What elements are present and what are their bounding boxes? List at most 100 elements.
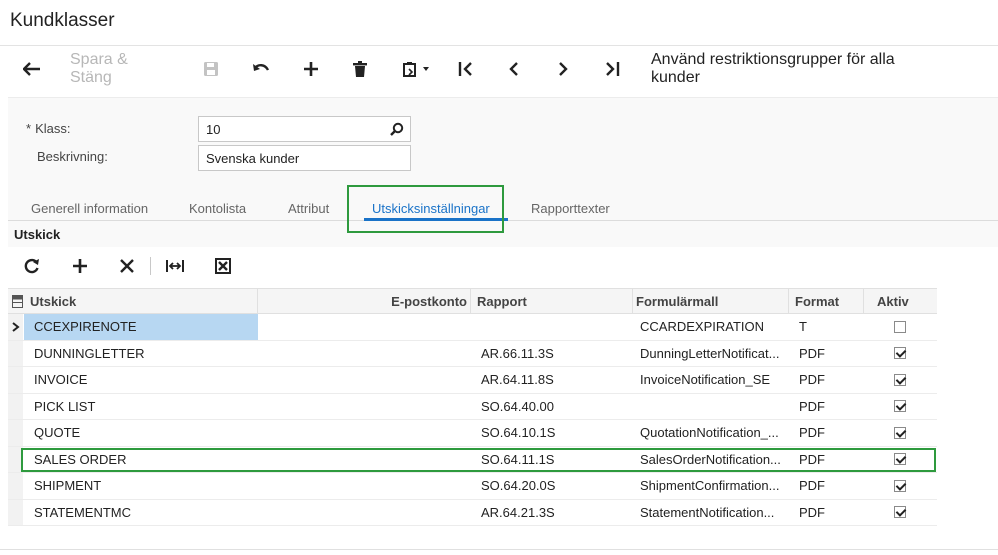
cell-format[interactable]: PDF [799,473,859,499]
description-input[interactable]: Svenska kunder [198,145,411,171]
column-header-format[interactable]: Format [795,289,855,313]
row-selector[interactable] [8,367,23,393]
clipboard-menu-button[interactable] [398,52,434,86]
refresh-button[interactable] [22,250,42,282]
cell-mailing[interactable]: CCEXPIRENOTE [24,314,258,340]
cell-report[interactable]: AR.66.11.3S [481,341,631,367]
page-title: Kundklasser [10,10,115,31]
cell-email-account[interactable] [258,314,470,340]
cell-mailing[interactable]: SHIPMENT [24,473,258,499]
cell-template[interactable]: StatementNotification... [640,500,785,526]
cell-report[interactable]: AR.64.21.3S [481,500,631,526]
tab-account-list[interactable]: Kontolista [189,201,246,216]
table-row[interactable]: PICK LIST SO.64.40.00 PDF [8,393,937,420]
table-row[interactable]: QUOTE SO.64.10.1S QuotationNotification_..… [8,420,937,447]
cell-active[interactable] [894,341,914,367]
class-label: * Klass: [26,121,71,136]
cell-email-account[interactable] [258,473,470,499]
cell-active[interactable] [894,473,914,499]
cell-report[interactable]: SO.64.40.00 [481,394,631,420]
add-button[interactable] [300,52,322,86]
delete-button[interactable] [350,52,370,86]
table-row[interactable]: SHIPMENT SO.64.20.0S ShipmentConfirmation.… [8,473,937,500]
add-row-button[interactable] [70,250,90,282]
table-row[interactable]: STATEMENTMC AR.64.21.3S StatementNotificat… [8,499,937,526]
cell-mailing[interactable]: PICK LIST [24,394,258,420]
row-selector[interactable] [8,393,23,419]
cell-template[interactable]: ShipmentConfirmation... [640,473,785,499]
row-selector[interactable] [8,314,23,340]
active-checkbox[interactable] [894,426,906,439]
row-selector[interactable] [8,473,23,499]
export-excel-button[interactable] [213,250,233,282]
table-row[interactable]: CCEXPIRENOTE CCARDEXPIRATION T [8,314,937,341]
cell-report[interactable]: SO.64.20.0S [481,473,631,499]
column-header-active[interactable]: Aktiv [877,289,927,313]
cell-report[interactable] [481,314,631,340]
cell-template[interactable]: DunningLetterNotificat... [640,341,785,367]
save-close-button[interactable]: Spara & Stäng [70,51,174,86]
cell-active[interactable] [894,314,914,340]
cell-report[interactable]: AR.64.11.8S [481,367,631,393]
cell-active[interactable] [894,420,914,446]
fit-columns-button[interactable] [165,250,185,282]
tab-report-texts[interactable]: Rapporttexter [531,201,610,216]
back-button[interactable] [20,52,44,86]
row-selector[interactable] [8,420,23,446]
save-button[interactable] [200,52,222,86]
search-icon[interactable] [390,122,404,136]
tab-general-information[interactable]: Generell information [31,201,148,216]
active-checkbox[interactable] [894,479,906,492]
active-checkbox[interactable] [894,320,906,333]
row-selector[interactable] [8,340,23,366]
row-pointer-icon [11,321,20,332]
cell-format[interactable]: PDF [799,500,859,526]
cell-active[interactable] [894,394,914,420]
cell-format[interactable]: PDF [799,367,859,393]
active-checkbox[interactable] [894,400,906,413]
cell-template[interactable]: CCARDEXPIRATION [640,314,785,340]
column-header-template[interactable]: Formulärmall [636,289,786,313]
next-record-button[interactable] [553,52,573,86]
cell-mailing[interactable]: DUNNINGLETTER [24,341,258,367]
active-checkbox[interactable] [894,347,906,360]
cell-mailing[interactable]: QUOTE [24,420,258,446]
cell-email-account[interactable] [258,394,470,420]
column-header-report[interactable]: Rapport [477,289,627,313]
tab-attributes[interactable]: Attribut [288,201,329,216]
cell-active[interactable] [894,367,914,393]
cell-template[interactable]: InvoiceNotification_SE [640,367,785,393]
row-highlight-box [21,448,936,472]
cell-template[interactable] [640,394,785,420]
active-checkbox[interactable] [894,373,906,386]
cell-format[interactable]: PDF [799,341,859,367]
cell-email-account[interactable] [258,367,470,393]
cell-email-account[interactable] [258,341,470,367]
apply-restriction-groups-button[interactable]: Använd restriktionsgrupper för alla kund… [651,51,947,86]
cell-format[interactable]: T [799,314,859,340]
cell-report[interactable]: SO.64.10.1S [481,420,631,446]
bottom-divider [0,549,998,550]
row-selector[interactable] [8,499,23,525]
last-record-button[interactable] [602,52,622,86]
cell-active[interactable] [894,500,914,526]
cell-template[interactable]: QuotationNotification_... [640,420,785,446]
class-input[interactable]: 10 [198,116,411,142]
cell-mailing[interactable]: INVOICE [24,367,258,393]
column-header-mailing[interactable]: Utskick [30,289,230,313]
arrow-left-icon [23,62,40,76]
table-row[interactable]: INVOICE AR.64.11.8S InvoiceNotification_SE… [8,367,937,394]
first-record-button[interactable] [456,52,476,86]
cell-format[interactable]: PDF [799,420,859,446]
delete-row-button[interactable] [117,250,137,282]
column-settings-button[interactable] [10,289,24,313]
table-row[interactable]: DUNNINGLETTER AR.66.11.3S DunningLetterNot… [8,340,937,367]
previous-record-button[interactable] [504,52,524,86]
cell-mailing[interactable]: STATEMENTMC [24,500,258,526]
undo-button[interactable] [250,52,272,86]
active-checkbox[interactable] [894,506,906,519]
cell-email-account[interactable] [258,500,470,526]
cell-email-account[interactable] [258,420,470,446]
column-header-email-account[interactable]: E-postkonto [258,289,467,313]
cell-format[interactable]: PDF [799,394,859,420]
